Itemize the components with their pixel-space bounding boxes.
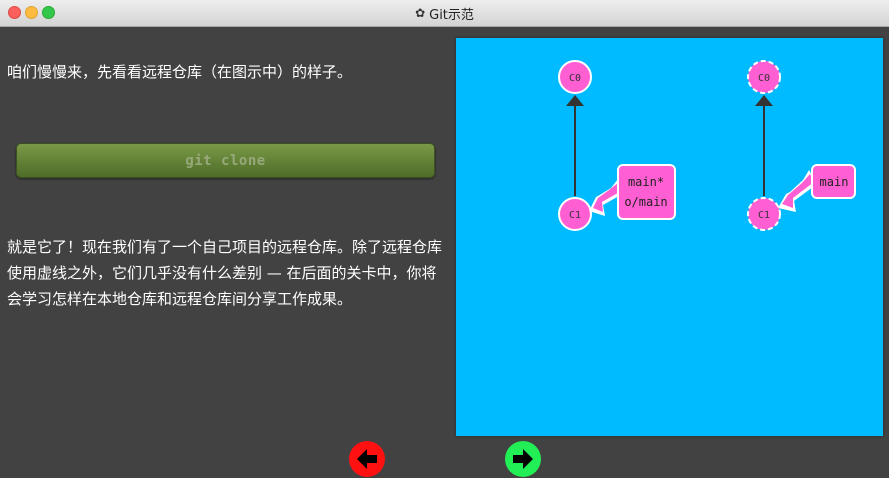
window-title-wrap: ✿ Git示范	[0, 0, 889, 26]
previous-button[interactable]	[349, 441, 385, 477]
git-tree-svg: C0 C1 main* o/main C0 C1 main	[558, 60, 856, 231]
window-titlebar: ✿ Git示范	[0, 0, 889, 27]
local-branch-label-origin: o/main	[624, 195, 667, 209]
local-branch-box[interactable]	[617, 164, 676, 220]
arrow-right-icon	[513, 449, 533, 469]
remote-edge-arrowhead	[755, 95, 773, 106]
arrow-left-icon	[357, 449, 377, 469]
intro-text: 咱们慢慢来，先看看远程仓库（在图示中）的样子。	[7, 63, 353, 81]
local-commit-c0-label: C0	[569, 73, 581, 84]
remote-commit-c1-label: C1	[758, 210, 770, 221]
next-button[interactable]	[505, 441, 541, 477]
gear-icon: ✿	[415, 6, 426, 20]
local-edge-arrowhead	[566, 95, 584, 106]
local-branch-label-main: main*	[628, 175, 664, 189]
local-commit-c1-label: C1	[569, 210, 581, 221]
body-text: 就是它了！现在我们有了一个自己项目的远程仓库。除了远程仓库使用虚线之外，它们几乎…	[7, 238, 443, 308]
git-clone-button[interactable]: git clone	[16, 143, 435, 178]
remote-branch-arrow	[782, 174, 814, 208]
git-visualization-panel: C0 C1 main* o/main C0 C1 main	[456, 38, 883, 436]
window-title: Git示范	[429, 7, 474, 23]
remote-commit-c0-label: C0	[758, 73, 770, 84]
remote-branch-label-main: main	[820, 175, 849, 189]
